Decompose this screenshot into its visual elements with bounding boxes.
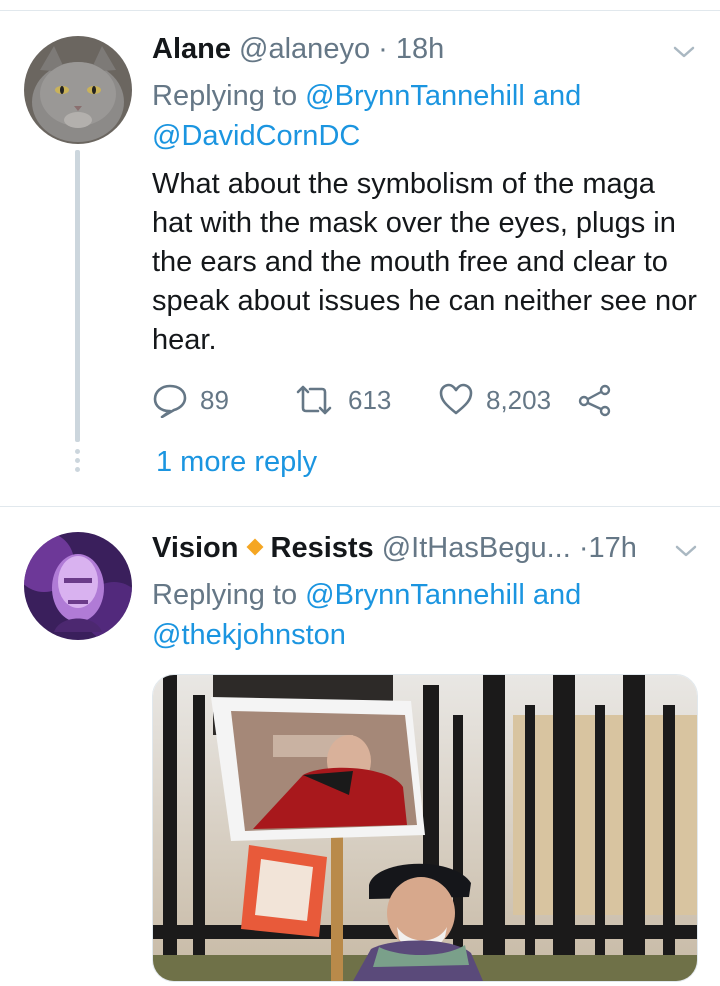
display-name-part2[interactable]: Resists [271,532,374,564]
thread-more-dots [74,449,81,476]
separator-dot: · [578,532,589,564]
share-nodes-icon [578,384,611,417]
display-name[interactable]: Alane [152,33,231,65]
tweet-header: Alane @alaneyo · 18h [152,32,444,66]
avatar[interactable] [24,532,132,640]
user-handle[interactable]: @ItHasBegu... [382,532,571,564]
retweet-arrows-icon [296,385,332,415]
tweet-photo[interactable] [152,674,698,982]
timestamp[interactable]: 17h [589,532,637,564]
replying-to-label: Replying to [152,80,298,112]
chevron-down-icon[interactable] [673,543,699,559]
retweet-button[interactable]: 613 [292,380,391,420]
like-count: 8,203 [486,384,552,415]
replying-to: Replying to @BrynnTannehill and @thekjoh… [152,575,581,655]
timestamp[interactable]: 18h [396,33,444,65]
chevron-down-icon[interactable] [671,44,697,60]
mention-and[interactable]: and [533,80,581,112]
reply-button[interactable]: 89 [152,380,229,420]
mention-link[interactable]: @BrynnTannehill [305,579,525,611]
tweet-text: What about the symbolism of the maga hat… [152,168,697,356]
avatar[interactable] [24,36,132,144]
like-button[interactable]: 8,203 [438,380,551,420]
replying-to: Replying to @BrynnTannehill and @DavidCo… [152,76,581,156]
mention-link[interactable]: @thekjohnston [152,619,346,651]
speech-bubble-icon [153,384,187,418]
diamond-icon [246,538,263,556]
mention-link[interactable]: @DavidCornDC [152,120,360,152]
tweet-header: Vision Resists @ItHasBegu... ·17h [152,531,637,565]
share-button[interactable] [578,380,624,420]
user-handle[interactable]: @alaneyo [239,33,370,65]
heart-icon [439,383,473,415]
tweet-alane[interactable]: Alane @alaneyo · 18h Replying to @BrynnT… [0,0,720,506]
reply-count: 89 [200,384,229,415]
mention-link[interactable]: @BrynnTannehill [305,80,525,112]
replying-to-label: Replying to [152,579,298,611]
thread-connector-line [75,150,80,442]
display-name-part1[interactable]: Vision [152,532,239,564]
separator-dot: · [378,33,388,65]
retweet-count: 613 [348,384,392,415]
more-replies-link[interactable]: 1 more reply [156,444,317,480]
mention-and[interactable]: and [533,579,581,611]
